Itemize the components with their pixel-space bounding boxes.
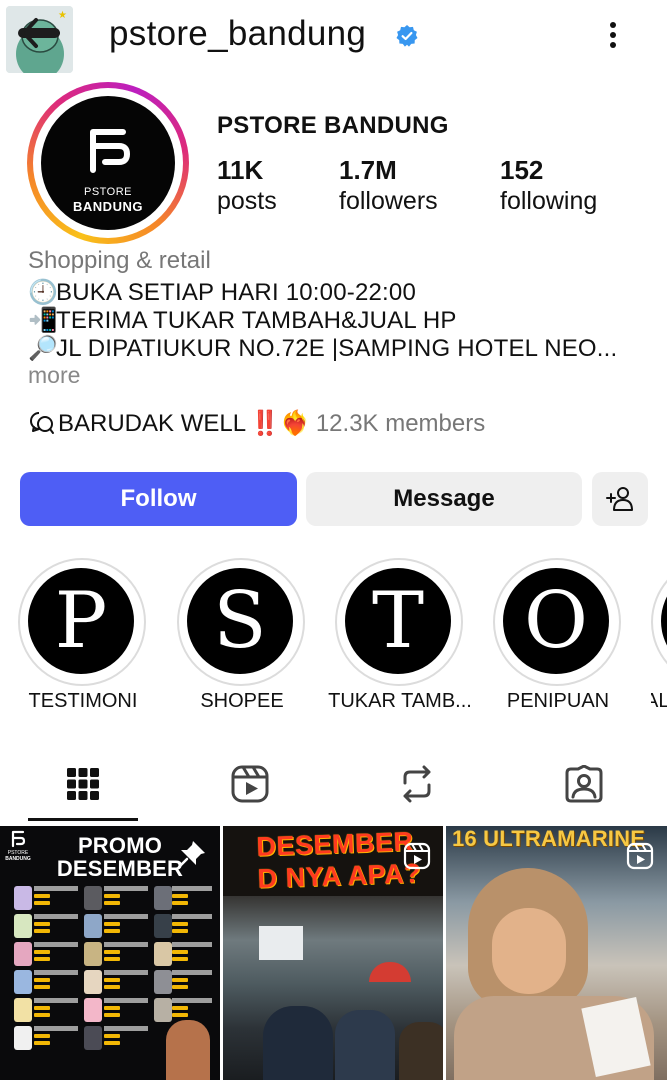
stat-value: 1.7M	[339, 155, 397, 185]
profile-avatar: PSTORE BANDUNG	[41, 96, 175, 230]
stat-label: posts	[217, 187, 277, 215]
channel-icon	[28, 410, 58, 436]
highlight-shopee[interactable]: S SHOPEE	[177, 558, 307, 712]
display-name: PSTORE BANDUNG	[217, 112, 449, 139]
grid-icon	[67, 768, 99, 800]
post-logo-text-bold: BANDUNG	[5, 856, 31, 862]
back-sticker-avatar[interactable]: ★	[6, 6, 73, 73]
stat-label: followers	[339, 187, 438, 215]
phone-price-list	[6, 884, 214, 1080]
stat-value: 11K	[217, 155, 264, 185]
highlight-cover: O	[503, 568, 609, 674]
profile-category[interactable]: Shopping & retail	[28, 247, 211, 275]
highlight-cover: T	[345, 568, 451, 674]
message-button[interactable]: Message	[306, 472, 582, 526]
bio-line-text: JL DIPATIUKUR NO.72E |SAMPING HOTEL NEO.…	[56, 335, 618, 362]
post-thumbnail[interactable]: DESEMBER D NYA APA?	[223, 826, 443, 1080]
bio-more-link[interactable]: more	[28, 362, 80, 389]
stat-posts[interactable]: 11K posts	[217, 155, 277, 216]
profile-tabs	[0, 748, 667, 824]
profile-username: pstore_bandung	[109, 14, 367, 53]
stat-label: following	[500, 187, 598, 215]
pstore-logo-icon	[11, 830, 26, 848]
highlight-label: TESTIMONI	[28, 690, 138, 712]
reposts-icon	[403, 765, 431, 803]
highlight-label: PENIPUAN	[506, 690, 610, 712]
channel-members: 12.3K members	[315, 410, 486, 437]
reel-icon	[403, 842, 431, 870]
stat-value: 152	[500, 155, 544, 185]
bio-line: 🕘BUKA SETIAP HARI 10:00-22:00	[28, 278, 416, 307]
highlight-cover: S	[187, 568, 293, 674]
post-thumbnail[interactable]: PSTORE BANDUNG PROMO DESEMBER	[0, 826, 220, 1080]
highlight-label: TUKAR TAMB...	[328, 690, 472, 712]
bio-line-text: TERIMA TUKAR TAMBAH&JUAL HP	[56, 307, 457, 334]
channel-name: BARUDAK WELL	[58, 410, 247, 437]
promo-line: DESEMBER	[56, 856, 184, 881]
svg-text:★: ★	[58, 10, 67, 21]
follow-button[interactable]: Follow	[20, 472, 297, 526]
pstore-logo-icon	[90, 129, 130, 173]
more-options-icon[interactable]	[600, 18, 626, 52]
channel-emojis: ‼️❤️‍🔥	[250, 410, 310, 437]
avatar-logo-text-bold: BANDUNG	[73, 199, 143, 214]
highlight-cover: P	[28, 568, 134, 674]
magnifier-emoji-icon: 🔎	[28, 335, 59, 362]
broadcast-channel-link[interactable]: BARUDAK WELL ‼️❤️‍🔥 12.3K members	[28, 409, 485, 438]
highlight-label: SHOPEE	[200, 690, 284, 712]
tagged-icon	[565, 765, 603, 803]
post-overlay-text: PROMO DESEMBER	[50, 834, 190, 880]
presenter-figure	[166, 1020, 210, 1080]
stat-followers[interactable]: 1.7M followers	[339, 155, 438, 216]
verified-badge-icon	[396, 25, 418, 47]
active-tab-indicator	[28, 818, 138, 821]
tab-reposts[interactable]	[362, 748, 472, 820]
promo-line: PROMO	[77, 833, 163, 858]
pin-icon	[177, 841, 205, 869]
stat-following[interactable]: 152 following	[500, 155, 597, 216]
highlight-label: AL	[651, 690, 667, 708]
post-overlay-text: 16 ULTRAMARINE	[452, 826, 646, 851]
post-thumbnail[interactable]: 16 ULTRAMARINE	[446, 826, 667, 1080]
overlay-line: D NYA APA?	[257, 858, 422, 894]
story-ring[interactable]: PSTORE BANDUNG	[27, 82, 189, 244]
highlight-penipuan[interactable]: O PENIPUAN	[493, 558, 623, 712]
tab-reels[interactable]	[195, 748, 305, 820]
bio-line: 🔎JL DIPATIUKUR NO.72E |SAMPING HOTEL NEO…	[28, 334, 617, 363]
avatar-logo-text: PSTORE	[83, 186, 133, 198]
reel-icon	[626, 842, 654, 870]
reels-icon	[231, 765, 269, 803]
bio-line-text: BUKA SETIAP HARI 10:00-22:00	[56, 279, 417, 306]
add-user-icon	[606, 487, 633, 511]
highlight-tukar-tambah[interactable]: T TUKAR TAMB...	[328, 558, 472, 712]
highlight-partial[interactable]: A AL	[651, 558, 667, 708]
tab-tagged[interactable]	[529, 748, 639, 820]
back-arrow-icon: ★	[6, 6, 73, 73]
clock-emoji-icon: 🕘	[28, 279, 59, 306]
bio-line: 📲TERIMA TUKAR TAMBAH&JUAL HP	[28, 306, 457, 335]
tab-grid[interactable]	[28, 748, 138, 820]
add-user-button[interactable]	[592, 472, 648, 526]
phone-emoji-icon: 📲	[28, 307, 59, 334]
top-bar: ★ pstore_bandung	[0, 0, 667, 78]
post-overlay-text: DESEMBER D NYA APA?	[256, 826, 422, 895]
highlight-testimoni[interactable]: P TESTIMONI	[18, 558, 148, 712]
